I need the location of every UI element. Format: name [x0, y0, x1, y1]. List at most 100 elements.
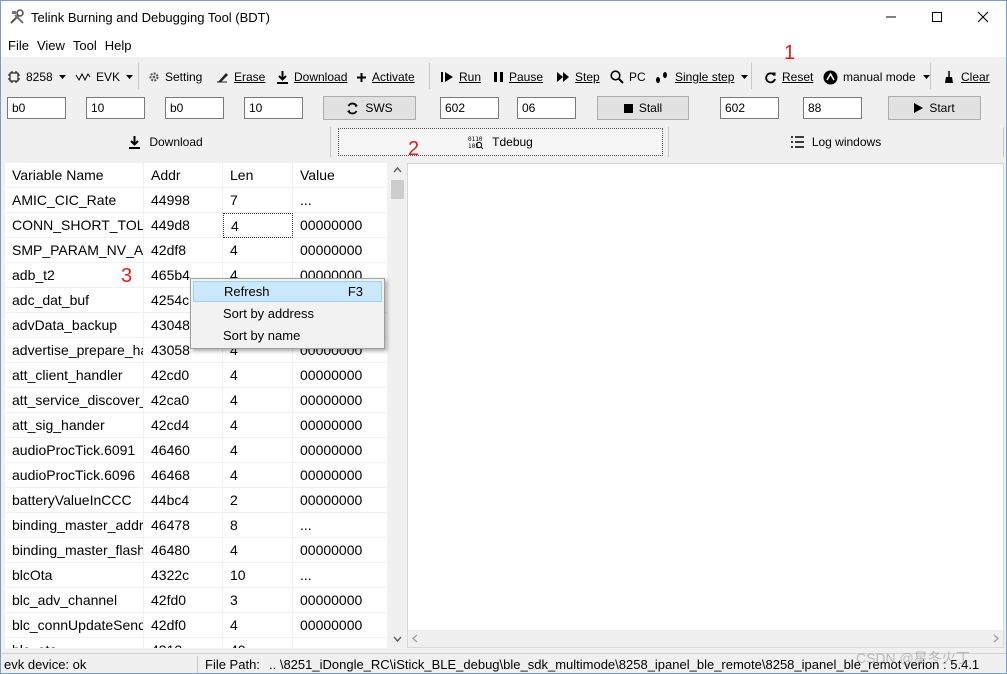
- table-cell: att_sig_hander: [5, 413, 144, 438]
- reg-addr-input-2[interactable]: [720, 97, 779, 119]
- addr-input-1[interactable]: [7, 97, 66, 119]
- close-icon: [977, 11, 989, 23]
- debug-output-pane[interactable]: [407, 163, 1004, 648]
- reg-val-input-1[interactable]: [517, 97, 576, 119]
- table-cell: 42ca0: [144, 388, 223, 413]
- menu-item-sort-by-name[interactable]: Sort by name: [193, 325, 382, 346]
- column-header: Addr: [144, 163, 223, 188]
- table-row[interactable]: blcOta 4322c 10...: [5, 563, 387, 588]
- horizontal-scrollbar[interactable]: [408, 630, 1003, 647]
- mode-select[interactable]: manual mode: [823, 67, 936, 87]
- table-cell: binding_master_flash_: [5, 538, 144, 563]
- table-cell: 4: [223, 538, 293, 563]
- mode-icon: [823, 70, 838, 84]
- pause-icon: [494, 72, 503, 82]
- table-row[interactable]: binding_master_addr 46478 8...: [5, 513, 387, 538]
- play-icon: [914, 103, 924, 113]
- chevron-down-icon: [393, 636, 402, 643]
- pc-button[interactable]: PC: [610, 67, 646, 87]
- toolbar-separator: [429, 63, 430, 89]
- tab-tdebug[interactable]: 0110 101 Tdebug: [338, 128, 663, 156]
- menu-item-sort-name-label: Sort by name: [223, 328, 301, 343]
- scrollbar-thumb[interactable]: [391, 180, 404, 199]
- start-button[interactable]: Start: [888, 96, 981, 120]
- step-icon: [557, 72, 569, 82]
- stall-button[interactable]: Stall: [597, 96, 689, 120]
- reset-label: Reset: [782, 70, 814, 84]
- refresh-icon: [765, 71, 776, 83]
- menu-help[interactable]: Help: [102, 38, 135, 53]
- window-title: Telink Burning and Debugging Tool (BDT): [31, 10, 270, 25]
- eraser-icon: [217, 73, 228, 83]
- table-cell: 46478: [144, 513, 223, 538]
- table-row[interactable]: blc_adv_channel 42fd0 3 00000000: [5, 588, 387, 613]
- svg-text:0110: 0110: [468, 136, 483, 143]
- table-row[interactable]: batteryValueInCCC 44bc4 2 00000000: [5, 488, 387, 513]
- table-cell: adc_dat_buf: [5, 288, 144, 313]
- reset-button[interactable]: Reset: [764, 67, 813, 87]
- table-cell: ...: [300, 567, 312, 583]
- table-cell: 00000000: [300, 492, 363, 508]
- addr-input-2[interactable]: [165, 97, 224, 119]
- table-row[interactable]: SMP_PARAM_NV_AD 42df8 4 00000000: [5, 238, 387, 263]
- menu-view[interactable]: View: [34, 38, 68, 53]
- table-scrollbar[interactable]: [389, 163, 406, 648]
- table-row[interactable]: AMIC_CIC_Rate 44998 7...: [5, 188, 387, 213]
- download-button[interactable]: Download: [276, 67, 347, 87]
- tab-tdebug-label: Tdebug: [492, 135, 533, 149]
- tab-download[interactable]: Download: [1, 127, 331, 157]
- menu-item-refresh-shortcut: F3: [347, 284, 363, 299]
- table-row[interactable]: att_sig_hander 42cd4 4 00000000: [5, 413, 387, 438]
- minimize-button[interactable]: [868, 1, 914, 33]
- board-select[interactable]: EVK: [75, 67, 139, 87]
- erase-button[interactable]: Erase: [215, 67, 265, 87]
- step-button[interactable]: Step: [557, 67, 600, 87]
- column-header: Value: [300, 167, 335, 183]
- menu-file[interactable]: File: [5, 38, 32, 53]
- reg-val-input-2[interactable]: [803, 97, 862, 119]
- menu-tool[interactable]: Tool: [70, 38, 100, 53]
- svg-text:101: 101: [468, 143, 479, 150]
- run-button[interactable]: Run: [441, 67, 481, 87]
- len-input-1[interactable]: [86, 97, 145, 119]
- table-cell: 4: [223, 413, 293, 438]
- table-row[interactable]: binding_master_flash_ 46480 4 00000000: [5, 538, 387, 563]
- chevron-right-icon: [993, 634, 1000, 643]
- maximize-button[interactable]: [914, 1, 960, 33]
- clear-button[interactable]: Clear: [942, 67, 990, 87]
- table-cell: [293, 638, 387, 648]
- table-cell: 42cd0: [144, 363, 223, 388]
- table-cell: 4: [223, 363, 293, 388]
- menu-bar: File View Tool Help: [1, 33, 1006, 57]
- table-row[interactable]: audioProcTick.6096 46468 4 00000000: [5, 463, 387, 488]
- activate-label: Activate: [372, 70, 415, 84]
- tab-log-windows[interactable]: Log windows: [668, 127, 1004, 157]
- table-row[interactable]: CONN_SHORT_TOLE 449d8 4 00000000: [5, 213, 387, 238]
- chip-select[interactable]: 8258: [7, 67, 72, 87]
- pause-button[interactable]: Pause: [494, 67, 543, 87]
- table-row[interactable]: audioProcTick.6091 46460 4 00000000: [5, 438, 387, 463]
- menu-item-refresh[interactable]: Refresh F3: [193, 281, 382, 302]
- table-row[interactable]: att_client_handler 42cd0 4 00000000: [5, 363, 387, 388]
- sws-button[interactable]: SWS: [323, 96, 416, 120]
- menu-item-sort-by-address[interactable]: Sort by address: [193, 303, 382, 324]
- reg-addr-input-1[interactable]: [440, 97, 499, 119]
- search-icon: [610, 70, 624, 84]
- table-row[interactable]: att_service_discover_t 42ca0 4 00000000: [5, 388, 387, 413]
- step-label: Step: [575, 70, 600, 84]
- activate-button[interactable]: Activate: [356, 67, 415, 87]
- chevron-down-icon: [741, 75, 749, 79]
- table-cell: 46468: [144, 463, 223, 488]
- table-row[interactable]: blc_ota_4313_40: [5, 638, 387, 648]
- table-cell: blc_adv_channel: [5, 588, 144, 613]
- table-row[interactable]: blc_connUpdateSend 42df0 4 00000000: [5, 613, 387, 638]
- table-cell: 42fd0: [144, 588, 223, 613]
- len-input-2[interactable]: [244, 97, 303, 119]
- table-cell: batteryValueInCCC: [5, 488, 144, 513]
- table-cell: 3: [223, 588, 293, 613]
- close-button[interactable]: [960, 1, 1006, 33]
- column-header: Variable Name: [5, 163, 144, 188]
- table-cell: 00000000: [300, 467, 363, 483]
- setting-button[interactable]: Setting: [148, 67, 202, 87]
- single-step-select[interactable]: Single step: [654, 67, 754, 87]
